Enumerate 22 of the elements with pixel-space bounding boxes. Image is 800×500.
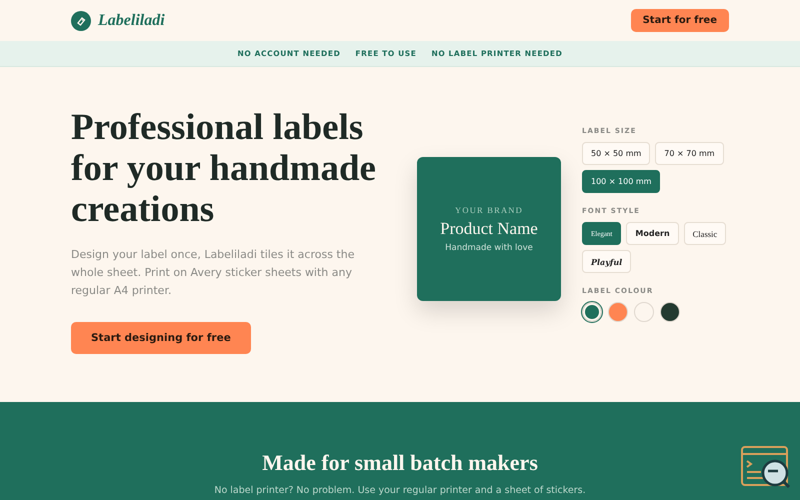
hero-title: Professional labels for your handmade creations: [71, 107, 377, 230]
font-option[interactable]: Modern: [626, 222, 679, 245]
console-search-icon[interactable]: [741, 446, 791, 488]
design-button[interactable]: Start designing for free: [71, 322, 251, 354]
tagline: Handmade with love: [445, 243, 533, 253]
colour-swatch[interactable]: [582, 302, 602, 322]
logo-icon: [71, 10, 91, 30]
colour-swatch[interactable]: [634, 302, 654, 322]
hero-description: Design your label once, Labeliladi tiles it across the whole sheet. Print on Avery sticker sheets with any regular A4 printer.: [71, 247, 356, 299]
product-name: Product Name: [440, 219, 538, 239]
size-option[interactable]: 50 × 50 mm: [582, 142, 650, 165]
size-option[interactable]: 100 × 100 mm: [582, 170, 660, 193]
brand-text: YOUR BRAND: [455, 205, 523, 215]
logo-text: Labeliladi: [98, 12, 165, 30]
section-subtitle: No label printer? No problem. Use your regular printer and a sheet of stickers.: [214, 485, 586, 496]
section-title: Made for small batch makers: [262, 450, 538, 476]
size-option[interactable]: 70 × 70 mm: [655, 142, 724, 165]
font-option[interactable]: Classic: [684, 222, 726, 245]
colour-swatch[interactable]: [660, 302, 680, 322]
start-button[interactable]: Start for free: [630, 9, 729, 32]
font-option[interactable]: Playful: [582, 250, 632, 273]
colour-swatch[interactable]: [608, 302, 628, 322]
